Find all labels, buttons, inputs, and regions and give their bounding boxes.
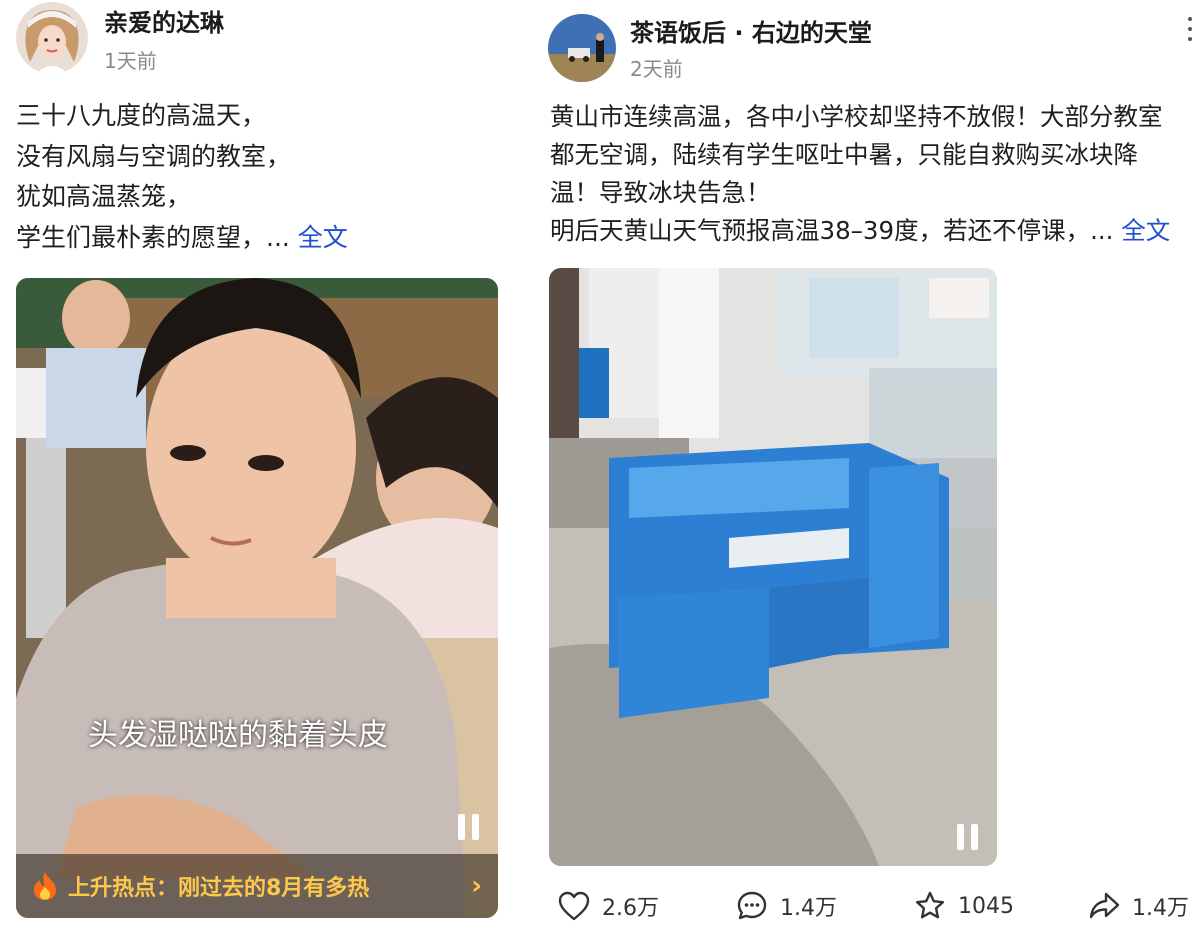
post-line: 黄山市连续高温，各中小学校却坚持不放假！大部分教室 xyxy=(550,102,1163,131)
post-body: 三十八九度的高温天， 没有风扇与空调的教室， 犹如高温蒸笼， 学生们最朴素的愿望… xyxy=(16,96,348,258)
comment-button[interactable]: 1.4万 xyxy=(736,890,837,922)
fire-icon xyxy=(34,872,56,900)
author-header: 亲爱的达琳 1天前 xyxy=(16,2,224,74)
post-body: 黄山市连续高温，各中小学校却坚持不放假！大部分教室 都无空调，陆续有学生呕吐中暑… xyxy=(550,98,1170,250)
full-text-link[interactable]: 全文 xyxy=(1121,216,1170,245)
video-caption: 头发湿哒哒的黏着头皮 xyxy=(88,718,388,753)
avatar[interactable] xyxy=(16,2,88,74)
post-line: 三十八九度的高温天， xyxy=(16,101,267,130)
post-line: 都无空调，陆续有学生呕吐中暑，只能自救购买冰块降 xyxy=(550,140,1138,169)
author-name[interactable]: 茶语饭后 · 右边的天堂 xyxy=(630,18,872,48)
action-bar: 2.6万 1.4万 1045 1.4万 xyxy=(530,890,1200,934)
post-line: 学生们最朴素的愿望，... xyxy=(16,222,290,252)
post-line: 明后天黄山天气预报高温38–39度，若还不停课，... xyxy=(550,216,1114,245)
like-button[interactable]: 2.6万 xyxy=(558,890,659,922)
share-icon xyxy=(1089,892,1120,919)
post-line: 温！导致冰块告急！ xyxy=(550,178,771,207)
hot-topic-bar[interactable]: 上升热点：刚过去的8月有多热 › xyxy=(16,854,498,918)
post-time: 1天前 xyxy=(104,49,157,73)
hot-topic-text: 上升热点：刚过去的8月有多热 xyxy=(68,876,370,901)
chevron-right-icon: › xyxy=(471,871,482,901)
video-player[interactable] xyxy=(549,268,997,866)
share-count: 1.4万 xyxy=(1132,896,1189,921)
video-player[interactable]: 头发湿哒哒的黏着头皮 上升热点：刚过去的8月有多热 › xyxy=(16,278,498,918)
author-name[interactable]: 亲爱的达琳 xyxy=(104,8,224,38)
post-line: 没有风扇与空调的教室， xyxy=(16,141,292,171)
favorite-count: 1045 xyxy=(958,893,1014,919)
avatar[interactable] xyxy=(548,14,616,82)
video-thumbnail xyxy=(16,278,498,918)
post-line: 犹如高温蒸笼， xyxy=(16,182,192,211)
post-left: 亲爱的达琳 1天前 三十八九度的高温天， 没有风扇与空调的教室， 犹如高温蒸笼，… xyxy=(0,0,520,934)
like-count: 2.6万 xyxy=(602,896,659,921)
more-icon[interactable] xyxy=(1184,14,1196,44)
heart-icon xyxy=(558,891,590,921)
pause-icon[interactable] xyxy=(957,824,979,850)
post-right: 茶语饭后 · 右边的天堂 2天前 黄山市连续高温，各中小学校却坚持不放假！大部分… xyxy=(530,0,1200,934)
comment-count: 1.4万 xyxy=(780,896,837,921)
full-text-link[interactable]: 全文 xyxy=(298,223,348,252)
post-time: 2天前 xyxy=(630,57,683,81)
pause-icon[interactable] xyxy=(458,814,480,840)
author-header: 茶语饭后 · 右边的天堂 2天前 xyxy=(548,14,872,82)
video-thumbnail xyxy=(549,268,997,866)
star-icon xyxy=(916,891,944,919)
share-button[interactable]: 1.4万 xyxy=(1088,890,1189,922)
comment-icon xyxy=(737,891,767,920)
favorite-button[interactable]: 1045 xyxy=(914,890,1014,922)
